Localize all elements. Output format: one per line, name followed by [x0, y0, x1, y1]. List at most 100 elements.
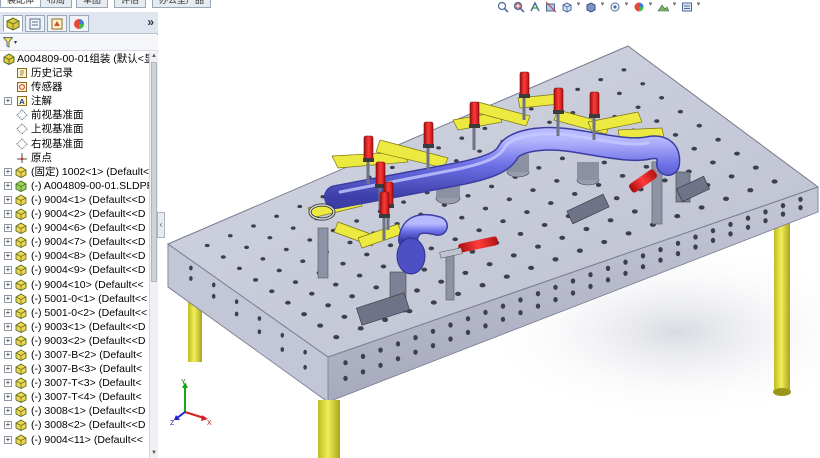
part-icon — [15, 208, 27, 221]
tree-expander[interactable]: + — [4, 224, 12, 233]
tree-item[interactable]: + (-) 9004<9> (Default<<D — [0, 263, 149, 277]
tree-item[interactable]: + (-) 9003<1> (Default<<D — [0, 320, 149, 334]
table-hole — [283, 247, 289, 252]
tree-item[interactable]: + (-) 9004<10> (Default<< — [0, 278, 149, 292]
tree-item[interactable]: 历史记录 — [0, 66, 149, 80]
tree-item[interactable]: + (-) 9004<1> (Default<<D — [0, 193, 149, 207]
tree-expander[interactable]: + — [4, 294, 12, 303]
table-hole — [605, 277, 611, 283]
tree-item-label: (-) A004809-00-01.SLDPR — [31, 179, 149, 192]
tree-item[interactable]: 传感器 — [0, 80, 149, 94]
table-hole — [518, 310, 523, 316]
scroll-up-arrow[interactable]: ▲ — [150, 52, 158, 61]
table-hole — [389, 165, 395, 170]
tree-item[interactable]: + (-) 9004<7> (Default<<D — [0, 235, 149, 249]
tree-expander[interactable]: + — [4, 322, 12, 331]
table-hole — [479, 283, 486, 288]
dropdown-caret[interactable]: ▾ — [672, 0, 677, 10]
configuration-manager-tab[interactable] — [47, 15, 67, 32]
tree-expander[interactable]: + — [4, 181, 12, 190]
command-tab[interactable]: 办公室产品 — [152, 0, 212, 8]
tree-expander[interactable]: + — [4, 238, 12, 247]
tree-root-assembly[interactable]: A004809-00-01组装 (默认<显 — [0, 52, 149, 66]
table-hole — [292, 280, 299, 284]
property-manager-tab[interactable] — [25, 15, 45, 32]
table-hole — [343, 360, 348, 366]
tree-item[interactable]: + (-) A004809-00-01.SLDPR — [0, 179, 149, 193]
tree-item[interactable]: + (-) 3007-B<2> (Default< — [0, 348, 149, 362]
table-hole — [452, 237, 458, 242]
table-hole — [798, 196, 803, 202]
table-hole — [535, 303, 541, 309]
tree-item[interactable]: + (-) 3007-B<3> (Default< — [0, 362, 149, 376]
tree-item[interactable]: + (-) 9004<8> (Default<<D — [0, 249, 149, 263]
tree-item-label: 原点 — [31, 151, 52, 164]
feature-manager-tab[interactable] — [3, 15, 23, 32]
tree-item[interactable]: + (固定) 1002<1> (Default< — [0, 165, 149, 179]
table-hole — [378, 347, 383, 353]
tree-item-label: (-) 9004<2> (Default<<D — [31, 208, 146, 221]
dropdown-caret[interactable]: ▾ — [576, 0, 581, 10]
tree-item[interactable]: 前视基准面 — [0, 108, 149, 122]
filter-button[interactable]: ▾ — [3, 36, 25, 49]
table-hole — [570, 290, 576, 296]
tree-item[interactable]: + A 注解 — [0, 94, 149, 108]
table-hole — [675, 251, 681, 257]
tree-expander[interactable]: + — [4, 308, 12, 317]
tree-expander[interactable]: + — [4, 97, 12, 106]
tree-expander[interactable]: + — [4, 280, 12, 289]
tree-expander[interactable]: + — [4, 210, 12, 219]
tree-item[interactable]: + (-) 5001-0<1> (Default<< — [0, 292, 149, 306]
tree-item[interactable]: + (-) 9003<2> (Default<<D — [0, 334, 149, 348]
scroll-down-arrow[interactable]: ▼ — [150, 449, 158, 458]
graphics-area[interactable] — [158, 12, 820, 458]
tree-item[interactable]: + (-) 9004<2> (Default<<D — [0, 207, 149, 221]
table-hole — [536, 165, 542, 170]
tree-expander[interactable]: + — [4, 393, 12, 402]
tree-expander[interactable]: + — [4, 167, 12, 176]
tree-item[interactable]: + (-) 3008<1> (Default<<D — [0, 404, 149, 418]
tree-item[interactable]: + (-) 3007-T<3> (Default< — [0, 376, 149, 390]
dropdown-caret[interactable]: ▾ — [648, 0, 653, 10]
table-leg-front-left — [318, 400, 340, 458]
tree-expander[interactable]: + — [4, 252, 12, 261]
tree-expander[interactable]: + — [4, 435, 12, 444]
table-hole — [280, 332, 285, 338]
table-hole — [524, 210, 530, 215]
table-hole — [643, 164, 650, 169]
tree-expander[interactable]: + — [4, 365, 12, 374]
tree-item[interactable]: 原点 — [0, 151, 149, 165]
tree-item[interactable]: + (-) 3008<2> (Default<<D — [0, 418, 149, 432]
tree-item[interactable]: + (-) 5001-0<2> (Default<< — [0, 306, 149, 320]
table-hole — [459, 215, 465, 220]
table-hole — [234, 299, 239, 305]
tree-scrollbar[interactable]: ▲ ▼ — [149, 52, 158, 458]
panel-more-button[interactable]: » — [147, 15, 154, 29]
table-hole — [448, 336, 453, 342]
tree-expander[interactable]: + — [4, 379, 12, 388]
table-hole — [317, 323, 324, 328]
command-tab[interactable]: 草图 — [76, 0, 109, 8]
command-tab[interactable]: 装配体 — [0, 0, 42, 8]
tree-expander[interactable]: + — [4, 195, 12, 204]
command-tab[interactable]: 布局 — [40, 0, 73, 8]
display-manager-tab[interactable] — [69, 15, 89, 32]
tree-expander[interactable]: + — [4, 350, 12, 359]
tree-item[interactable]: + (-) 3007-T<4> (Default< — [0, 390, 149, 404]
tree-item[interactable]: + (-) 9004<6> (Default<<D — [0, 221, 149, 235]
tree-expander[interactable]: + — [4, 407, 12, 416]
table-hole — [693, 234, 698, 240]
tree-expander[interactable]: + — [4, 266, 12, 275]
tree-expander[interactable]: + — [4, 336, 12, 345]
tree-item[interactable]: + (-) 9004<11> (Default<< — [0, 433, 149, 447]
tree-item[interactable]: 上视基准面 — [0, 122, 149, 136]
table-hole — [658, 247, 663, 253]
table-hole — [728, 231, 733, 237]
dropdown-caret[interactable]: ▾ — [624, 0, 629, 10]
command-tab[interactable]: 评估 — [114, 0, 147, 8]
scroll-thumb[interactable] — [151, 62, 157, 282]
dropdown-caret[interactable]: ▾ — [696, 0, 701, 10]
tree-expander[interactable]: + — [4, 421, 12, 430]
tree-item[interactable]: 右视基准面 — [0, 137, 149, 151]
dropdown-caret[interactable]: ▾ — [600, 0, 605, 10]
